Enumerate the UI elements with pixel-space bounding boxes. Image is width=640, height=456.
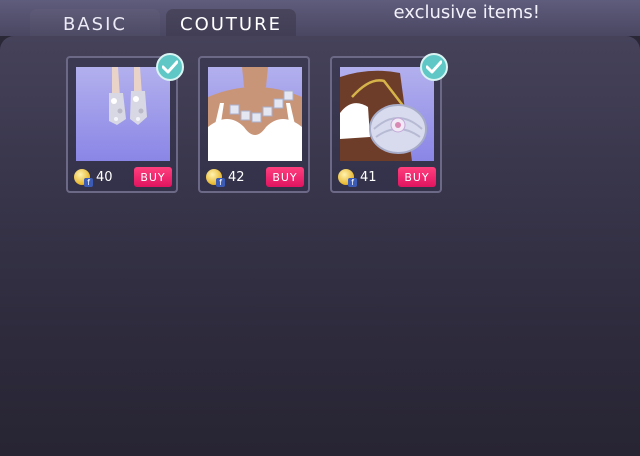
checkmark-icon [156,53,184,81]
item-card[interactable]: f 42 BUY [198,56,310,193]
price-row: f 41 BUY [338,167,436,189]
tab-couture[interactable]: COUTURE [166,9,296,39]
item-price: 41 [360,170,377,185]
price-row: f 42 BUY [206,167,304,189]
coin-icon: f [206,169,225,187]
coin-icon: f [74,169,93,187]
item-price: 40 [96,170,113,185]
item-thumbnail [208,67,302,161]
price-row: f 40 BUY [74,167,172,189]
tab-couture-label: COUTURE [180,13,282,35]
item-card[interactable]: f 40 BUY [66,53,184,193]
tab-basic[interactable]: BASIC [30,9,160,39]
tab-basic-label: BASIC [63,13,127,35]
item-price: 42 [228,170,245,185]
item-card[interactable]: f 41 BUY [330,53,448,193]
promo-text: exclusive items! [393,2,541,23]
coin-icon: f [338,169,357,187]
buy-button[interactable]: BUY [134,167,172,187]
buy-button[interactable]: BUY [398,167,436,187]
item-thumbnail [76,67,170,161]
checkmark-icon [420,53,448,81]
item-thumbnail [340,67,434,161]
buy-button[interactable]: BUY [266,167,304,187]
